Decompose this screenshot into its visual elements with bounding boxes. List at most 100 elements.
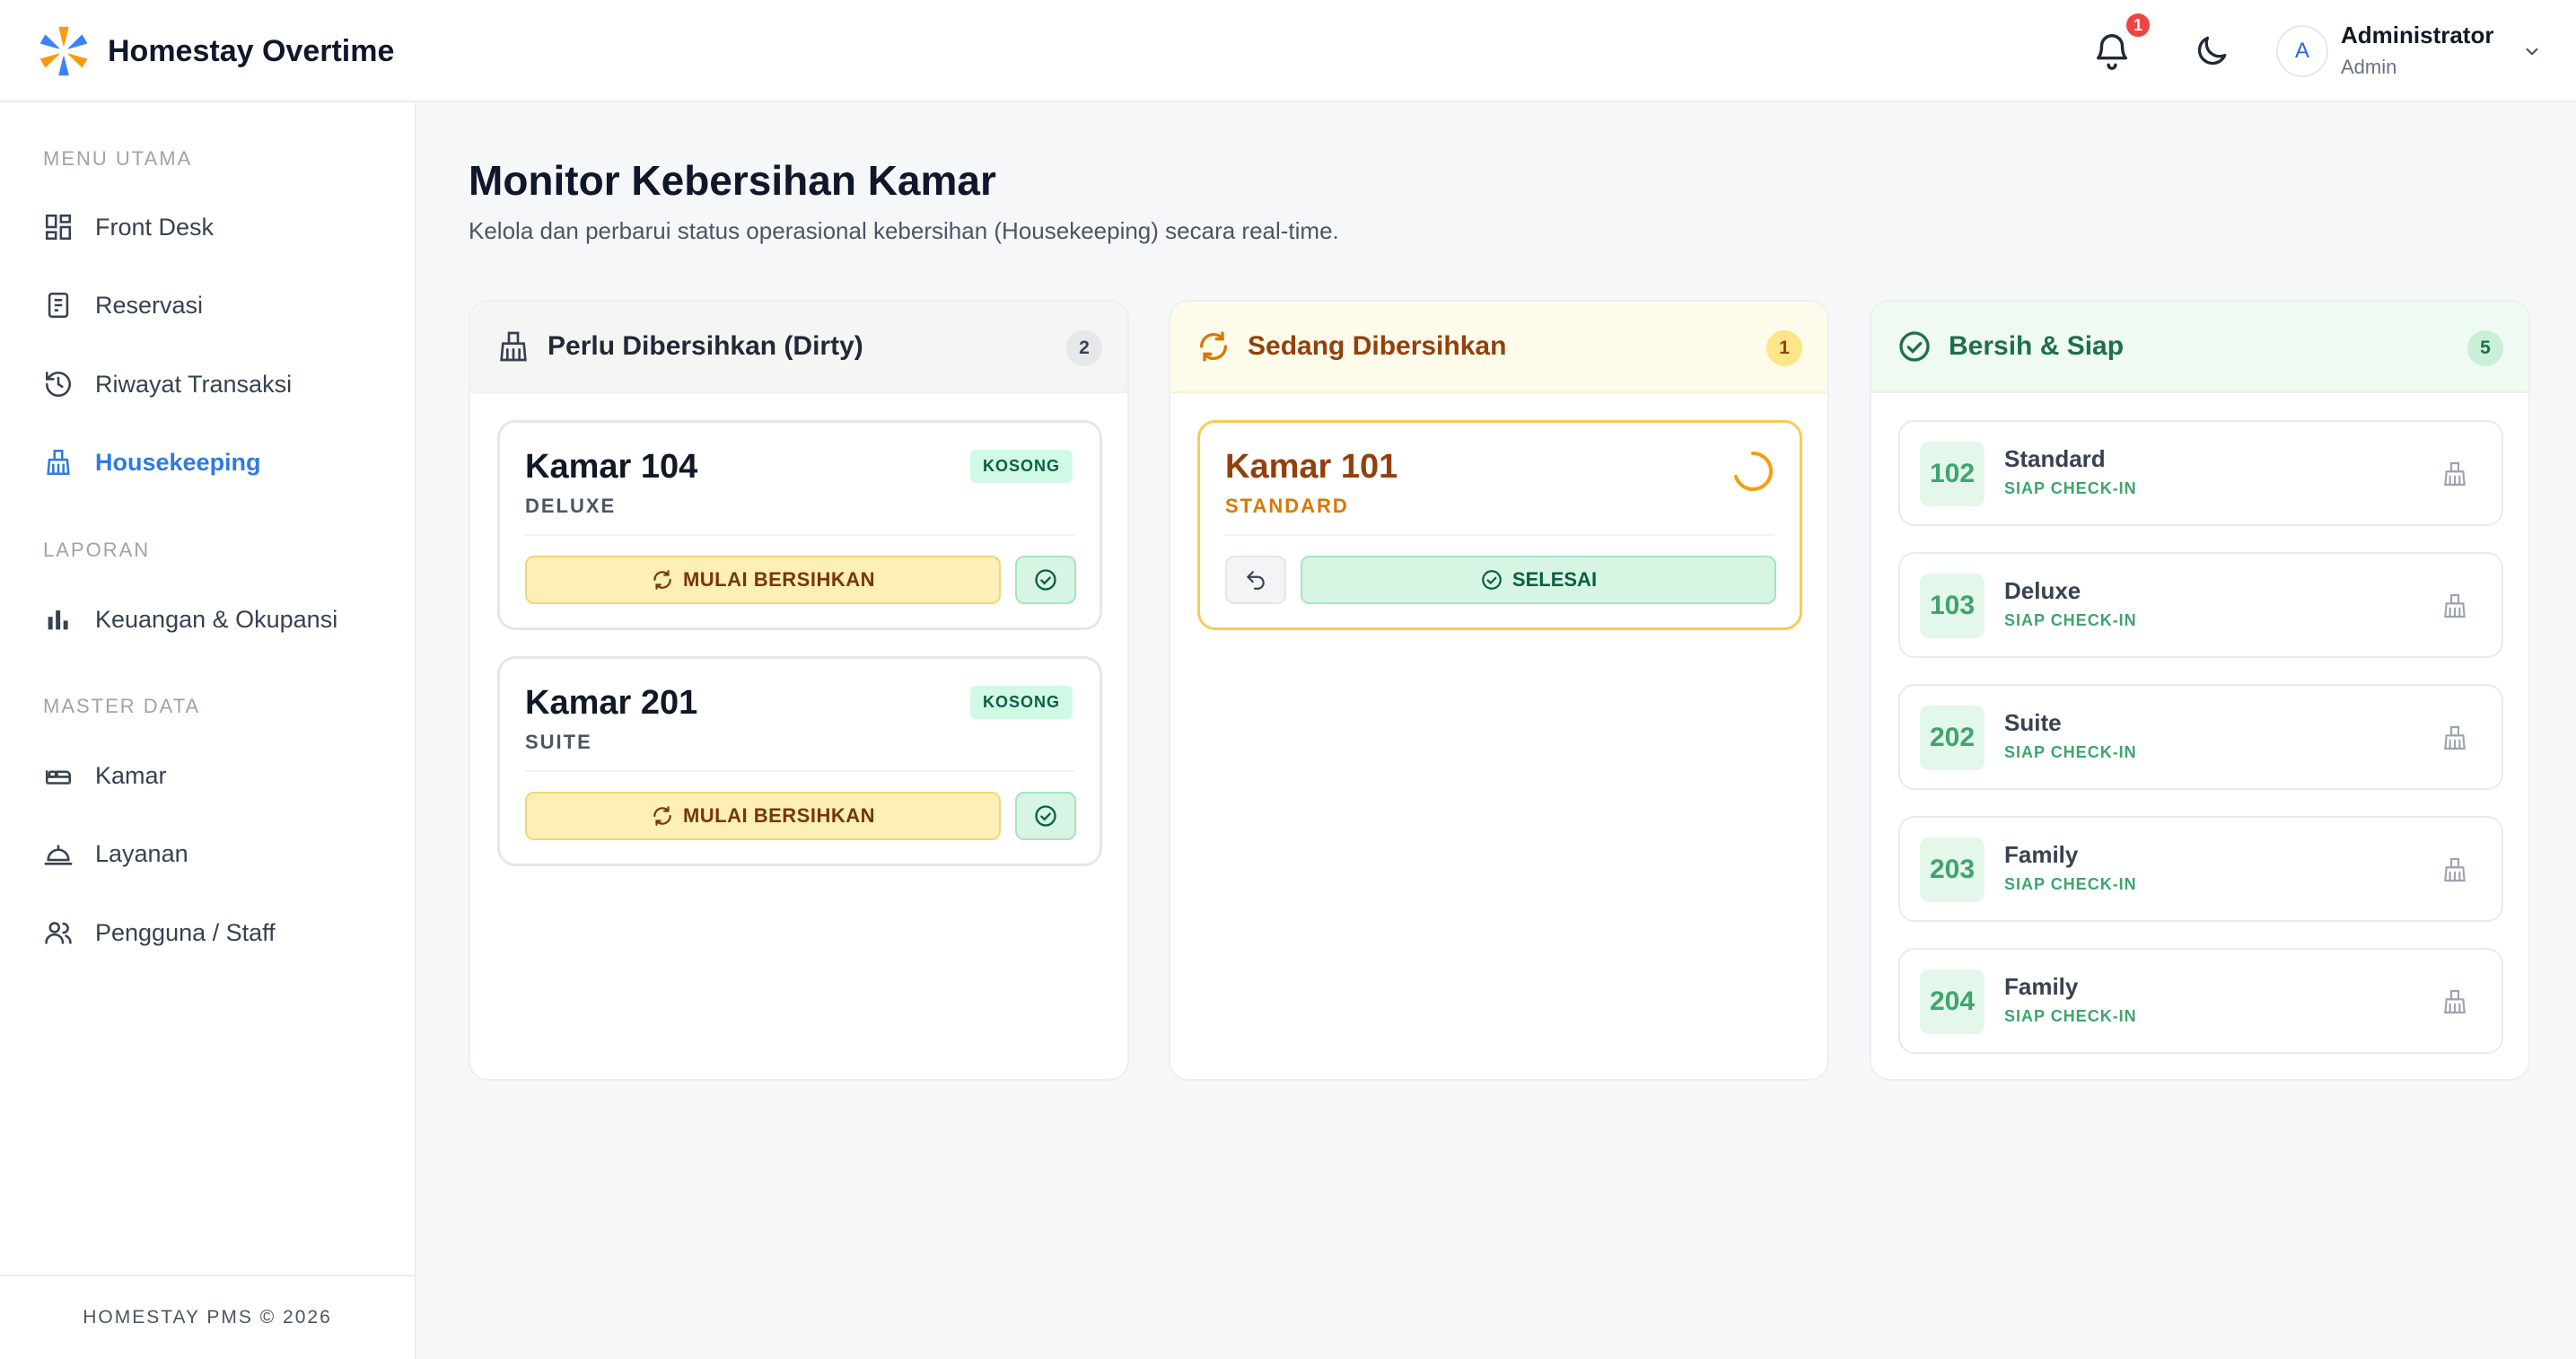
- page-subtitle: Kelola dan perbarui status operasional k…: [469, 217, 1339, 244]
- sidebar: MENU UTAMA Front Desk Reservasi Riwayat …: [0, 102, 416, 1359]
- divider: [525, 534, 1074, 536]
- notification-badge: 1: [2124, 11, 2152, 39]
- room-card: Kamar 201 SUITE KOSONG MULAI BERSIHKAN: [497, 656, 1102, 866]
- sidebar-item-pengguna-staff[interactable]: Pengguna / Staff: [43, 907, 384, 958]
- refresh-icon: [653, 806, 671, 826]
- service-bell-icon: [44, 845, 73, 865]
- sidebar-item-label: Layanan: [95, 839, 188, 867]
- room-type: Standard: [2004, 445, 2106, 472]
- room-number: 202: [1920, 706, 1985, 770]
- brand[interactable]: Homestay Overtime: [36, 23, 394, 79]
- chevron-down-icon[interactable]: [2520, 39, 2544, 63]
- room-type: Family: [2004, 841, 2079, 868]
- start-cleaning-label: MULAI BERSIHKAN: [682, 804, 876, 827]
- mark-clean-button[interactable]: [1015, 556, 1076, 604]
- room-status: SIAP CHECK-IN: [2004, 479, 2137, 497]
- logo-icon: [39, 26, 88, 76]
- status-badge: KOSONG: [969, 686, 1073, 719]
- spinner-icon: [1734, 451, 1774, 491]
- undo-icon: [1247, 571, 1265, 590]
- room-name: Kamar 104: [525, 448, 698, 486]
- clean-room-card[interactable]: 202 Suite SIAP CHECK-IN: [1898, 684, 2503, 790]
- room-name: Kamar 101: [1225, 448, 1398, 486]
- start-cleaning-button[interactable]: MULAI BERSIHKAN: [525, 556, 1001, 604]
- broom-icon: [500, 331, 527, 362]
- broom-icon: [47, 449, 70, 476]
- room-type: Family: [2004, 973, 2079, 1000]
- check-circle-icon: [1899, 331, 1930, 362]
- finish-label: SELESAI: [1511, 568, 1598, 591]
- room-name: Kamar 201: [525, 684, 698, 722]
- user-name[interactable]: Administrator: [2341, 22, 2493, 49]
- sidebar-item-label: Pengguna / Staff: [95, 918, 276, 946]
- dashboard-icon: [45, 214, 72, 241]
- sidebar-item-housekeeping[interactable]: Housekeeping: [43, 437, 384, 487]
- sidebar-item-riwayat-transaksi[interactable]: Riwayat Transaksi: [43, 359, 384, 409]
- finish-button[interactable]: SELESAI: [1301, 556, 1776, 604]
- divider: [525, 770, 1074, 772]
- column-dirty: Perlu Dibersihkan (Dirty) 2 Kamar 104 DE…: [469, 300, 1129, 1081]
- app-title: Homestay Overtime: [108, 33, 395, 68]
- room-number: 203: [1920, 837, 1985, 902]
- check-circle-icon: [1035, 805, 1056, 827]
- room-card: Kamar 101 STANDARD SELESAI: [1197, 420, 1802, 630]
- room-number: 204: [1920, 969, 1985, 1034]
- broom-icon[interactable]: [2440, 855, 2469, 884]
- moon-icon[interactable]: [2192, 31, 2231, 71]
- reservation-icon: [48, 292, 69, 319]
- room-status: SIAP CHECK-IN: [2004, 1007, 2137, 1025]
- sidebar-item-layanan[interactable]: Layanan: [43, 829, 384, 879]
- check-circle-icon: [1035, 569, 1056, 591]
- column-title: Bersih & Siap: [1949, 331, 2125, 361]
- sidebar-item-label: Riwayat Transaksi: [95, 370, 293, 398]
- column-clean: Bersih & Siap 5 102 Standard SIAP CHECK-…: [1870, 300, 2530, 1081]
- check-circle-icon: [1482, 570, 1502, 590]
- user-role: Admin: [2341, 56, 2397, 78]
- sidebar-item-front-desk[interactable]: Front Desk: [43, 202, 384, 252]
- bar-chart-icon: [48, 610, 68, 630]
- column-count-badge: 5: [2467, 330, 2503, 366]
- divider: [1225, 534, 1774, 536]
- column-header: Bersih & Siap 5: [1871, 302, 2528, 393]
- room-number: 103: [1920, 574, 1985, 638]
- room-type: STANDARD: [1225, 495, 1349, 517]
- sidebar-item-reservasi[interactable]: Reservasi: [43, 280, 384, 330]
- column-header: Sedang Dibersihkan 1: [1170, 302, 1827, 393]
- bed-icon: [45, 770, 72, 785]
- column-title: Sedang Dibersihkan: [1248, 331, 1507, 361]
- broom-icon[interactable]: [2440, 987, 2469, 1016]
- section-title-master-data: MASTER DATA: [43, 695, 201, 717]
- start-cleaning-button[interactable]: MULAI BERSIHKAN: [525, 792, 1001, 840]
- room-type: Suite: [2004, 709, 2062, 736]
- refresh-icon: [653, 570, 671, 590]
- broom-icon[interactable]: [2440, 592, 2469, 620]
- sidebar-item-keuangan-okupansi[interactable]: Keuangan & Okupansi: [43, 594, 384, 644]
- bell-icon[interactable]: [2091, 31, 2133, 72]
- column-count-badge: 1: [1766, 330, 1802, 366]
- column-header: Perlu Dibersihkan (Dirty) 2: [470, 302, 1127, 393]
- sidebar-item-label: Kamar: [95, 761, 167, 789]
- sidebar-item-kamar[interactable]: Kamar: [43, 750, 384, 801]
- column-title: Perlu Dibersihkan (Dirty): [548, 331, 863, 361]
- clean-room-card[interactable]: 203 Family SIAP CHECK-IN: [1898, 816, 2503, 922]
- page-title: Monitor Kebersihan Kamar: [469, 157, 996, 204]
- top-bar: Homestay Overtime 1 A Administrator Admi…: [0, 0, 2576, 102]
- mark-clean-button[interactable]: [1015, 792, 1076, 840]
- section-title-laporan: LAPORAN: [43, 539, 151, 561]
- refresh-icon: [1200, 331, 1227, 362]
- column-count-badge: 2: [1066, 330, 1102, 366]
- broom-icon[interactable]: [2440, 723, 2469, 752]
- sidebar-item-label: Reservasi: [95, 291, 204, 319]
- undo-button[interactable]: [1225, 556, 1286, 604]
- broom-icon[interactable]: [2440, 460, 2469, 488]
- avatar[interactable]: A: [2276, 25, 2328, 77]
- clean-room-card[interactable]: 102 Standard SIAP CHECK-IN: [1898, 420, 2503, 526]
- clean-room-card[interactable]: 204 Family SIAP CHECK-IN: [1898, 948, 2503, 1054]
- start-cleaning-label: MULAI BERSIHKAN: [682, 568, 876, 591]
- clean-room-card[interactable]: 103 Deluxe SIAP CHECK-IN: [1898, 552, 2503, 658]
- room-status: SIAP CHECK-IN: [2004, 611, 2137, 629]
- room-card: Kamar 104 DELUXE KOSONG MULAI BERSIHKAN: [497, 420, 1102, 630]
- section-title-menu-utama: MENU UTAMA: [43, 147, 193, 170]
- room-status: SIAP CHECK-IN: [2004, 743, 2137, 761]
- sidebar-item-label: Front Desk: [95, 213, 215, 241]
